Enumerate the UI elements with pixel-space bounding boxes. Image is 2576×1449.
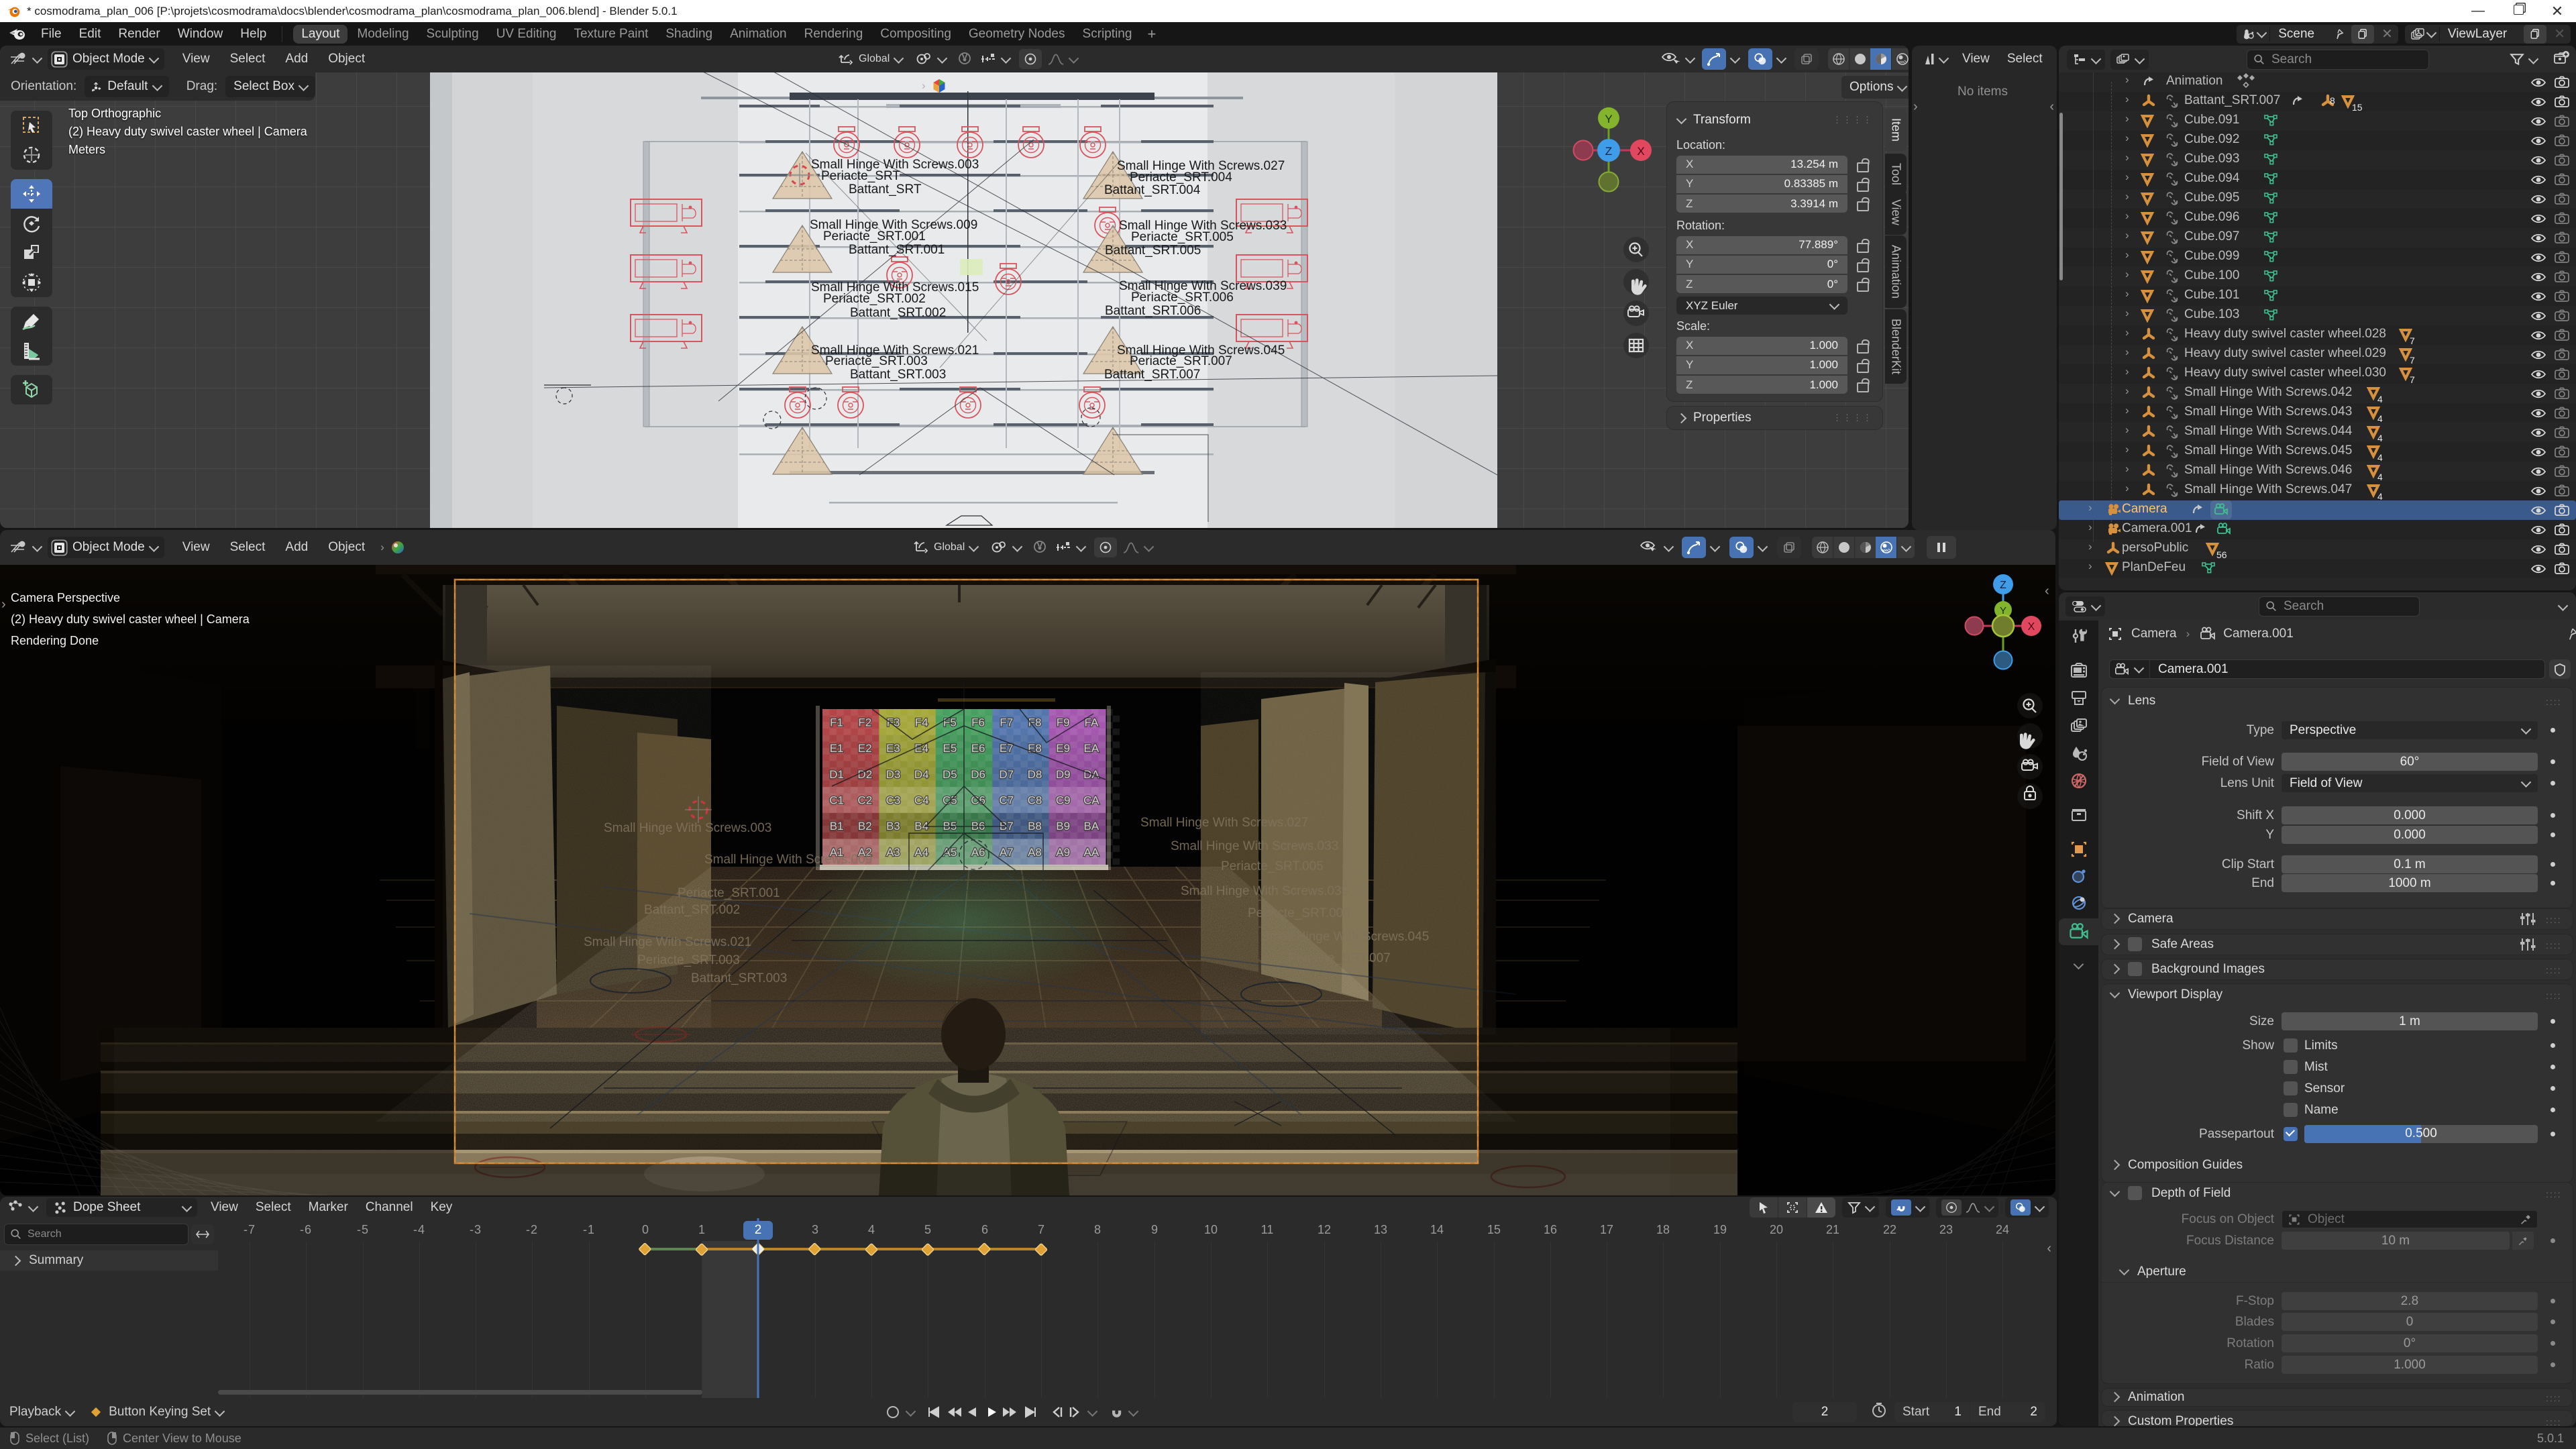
svg-text:Periacte_SRT.005: Periacte_SRT.005 bbox=[1131, 230, 1234, 244]
svg-text:Periacte_SRT.006: Periacte_SRT.006 bbox=[1248, 906, 1350, 920]
svg-text:Periacte_SRT.001: Periacte_SRT.001 bbox=[823, 229, 926, 244]
svg-text:Periacte_SRT.004: Periacte_SRT.004 bbox=[1130, 170, 1232, 184]
svg-text:Periacte_SRT: Periacte_SRT bbox=[821, 169, 900, 183]
svg-text:Z: Z bbox=[2000, 580, 2006, 591]
svg-text:Periacte_SRT.007: Periacte_SRT.007 bbox=[1130, 354, 1232, 368]
svg-text:Small Hinge With Screws.033: Small Hinge With Screws.033 bbox=[1171, 839, 1338, 853]
svg-text:Battant_SRT.004: Battant_SRT.004 bbox=[1104, 183, 1201, 197]
svg-text:Periacte_SRT.006: Periacte_SRT.006 bbox=[1131, 290, 1234, 305]
svg-text:Battant_SRT.005: Battant_SRT.005 bbox=[1105, 244, 1201, 258]
svg-text:Small Hinge With Screws.039: Small Hinge With Screws.039 bbox=[1181, 884, 1348, 898]
svg-text:X: X bbox=[1637, 145, 1644, 158]
svg-text:Small Hinge With Screws.021: Small Hinge With Screws.021 bbox=[584, 935, 751, 949]
svg-text:Periacte_SRT.003: Periacte_SRT.003 bbox=[825, 354, 928, 368]
svg-text:Periacte_SRT.005: Periacte_SRT.005 bbox=[1221, 859, 1324, 873]
svg-text:Y: Y bbox=[1605, 113, 1612, 125]
svg-text:Small Hinge With Screws.045: Small Hinge With Screws.045 bbox=[1261, 930, 1429, 944]
svg-text:Periacte_SRT.002: Periacte_SRT.002 bbox=[823, 292, 926, 306]
svg-text:Periacte_SRT.007: Periacte_SRT.007 bbox=[1288, 951, 1391, 965]
svg-text:Battant_SRT.002: Battant_SRT.002 bbox=[850, 306, 946, 320]
svg-text:Battant_SRT.006: Battant_SRT.006 bbox=[1105, 304, 1201, 318]
svg-text:Small Hinge With Screws.027: Small Hinge With Screws.027 bbox=[1140, 816, 1308, 830]
svg-text:Periacte_SRT.003: Periacte_SRT.003 bbox=[637, 953, 740, 967]
svg-text:X: X bbox=[2028, 621, 2035, 633]
svg-text:Battant_SRT.007: Battant_SRT.007 bbox=[1104, 368, 1200, 382]
svg-text:Battant_SRT: Battant_SRT bbox=[849, 182, 922, 197]
svg-text:Battant_SRT.002: Battant_SRT.002 bbox=[644, 903, 740, 917]
svg-text:Z: Z bbox=[1605, 145, 1612, 158]
svg-text:Periacte_SRT.001: Periacte_SRT.001 bbox=[678, 886, 780, 900]
svg-text:Battant_SRT.003: Battant_SRT.003 bbox=[850, 368, 946, 382]
svg-text:Small Hinge With Screws.003: Small Hinge With Screws.003 bbox=[604, 821, 771, 835]
svg-text:Battant_SRT.003: Battant_SRT.003 bbox=[691, 971, 787, 985]
svg-text:Small Hinge With Screws.009: Small Hinge With Screws.009 bbox=[704, 853, 872, 867]
svg-text:Battant_SRT.001: Battant_SRT.001 bbox=[849, 243, 945, 257]
